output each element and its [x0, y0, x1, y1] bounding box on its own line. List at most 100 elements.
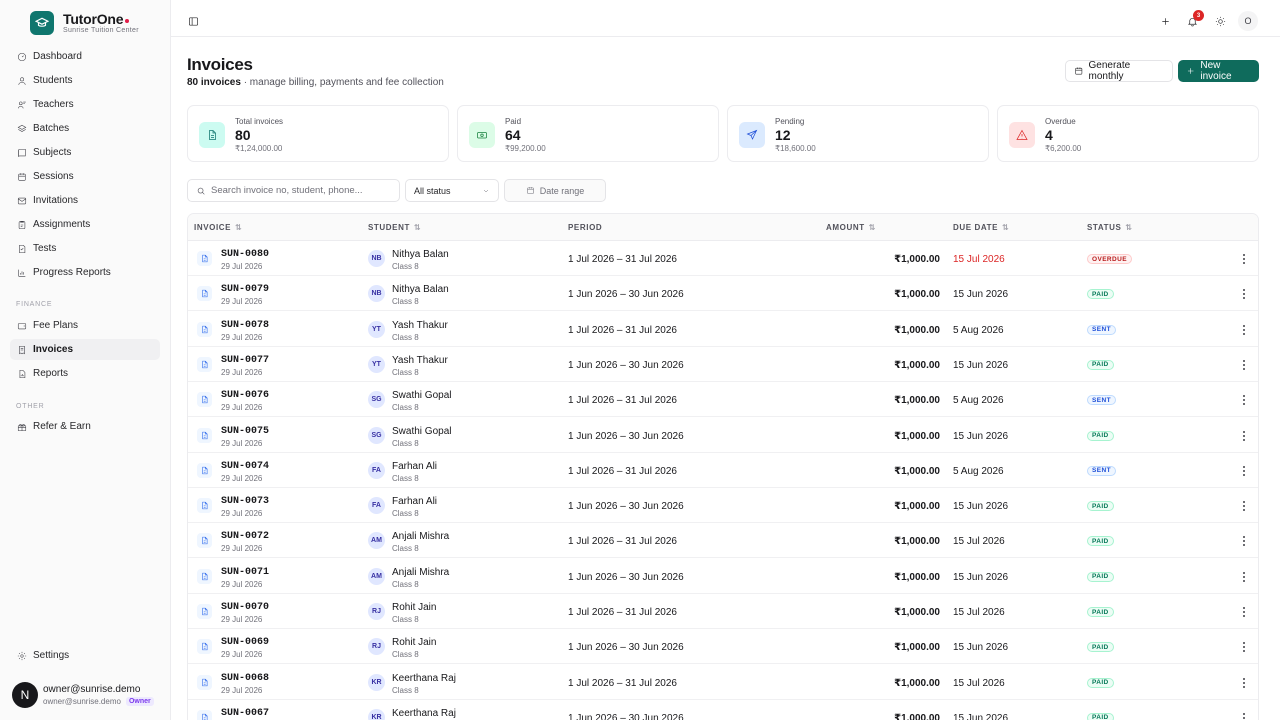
student-name[interactable]: Farhan Ali — [392, 496, 437, 507]
invoice-number[interactable]: SUN-0072 — [221, 531, 269, 542]
status-filter-value: All status — [414, 185, 451, 196]
invoice-number[interactable]: SUN-0070 — [221, 602, 269, 613]
sidebar-item-dashboard[interactable]: Dashboard — [10, 46, 160, 67]
sidebar-toggle-icon[interactable] — [183, 11, 203, 31]
more-actions-icon[interactable] — [1238, 676, 1250, 690]
date-range-button[interactable]: Date range — [504, 179, 606, 202]
sidebar-item-assignments[interactable]: Assignments — [10, 214, 160, 235]
student-name[interactable]: Rohit Jain — [392, 602, 436, 613]
invoice-number[interactable]: SUN-0080 — [221, 249, 269, 260]
sidebar-item-students[interactable]: Students — [10, 70, 160, 91]
invoice-date: 29 Jul 2026 — [221, 650, 263, 660]
more-actions-icon[interactable] — [1238, 323, 1250, 337]
more-actions-icon[interactable] — [1238, 252, 1250, 266]
table-row[interactable]: SUN-0080 29 Jul 2026 NB Nithya Balan Class 8… — [188, 241, 1258, 276]
table-row[interactable]: SUN-0071 29 Jul 2026 AM Anjali Mishra Class … — [188, 559, 1258, 594]
invoice-amount: ₹1,000.00 — [894, 607, 940, 618]
table-row[interactable]: SUN-0069 29 Jul 2026 RJ Rohit Jain Class 8 1 … — [188, 629, 1258, 665]
sidebar-item-refer-earn[interactable]: Refer & Earn — [10, 416, 160, 437]
student-name[interactable]: Keerthana Raj — [392, 673, 456, 684]
student-name[interactable]: Farhan Ali — [392, 461, 437, 472]
brand[interactable]: TutorOne Sunrise Tuition Center — [30, 11, 139, 35]
sidebar-item-progress-reports[interactable]: Progress Reports — [10, 262, 160, 283]
book-icon — [18, 148, 26, 157]
sidebar-item-reports[interactable]: Reports — [10, 363, 160, 384]
column-label: STATUS — [1087, 223, 1122, 232]
table-row[interactable]: SUN-0072 29 Jul 2026 AM Anjali Mishra Class … — [188, 523, 1258, 559]
new-invoice-button[interactable]: New invoice — [1178, 60, 1259, 82]
sidebar-item-subjects[interactable]: Subjects — [10, 142, 160, 163]
invoice-number[interactable]: SUN-0076 — [221, 390, 269, 401]
top-avatar[interactable]: O — [1238, 11, 1258, 31]
status-filter-select[interactable]: All status — [405, 179, 499, 202]
app-root: TutorOne Sunrise Tuition Center Dashboar… — [0, 0, 1280, 720]
sidebar-item-sessions[interactable]: Sessions — [10, 166, 160, 187]
student-name[interactable]: Rohit Jain — [392, 637, 436, 648]
student-name[interactable]: Yash Thakur — [392, 320, 448, 331]
sidebar-item-batches[interactable]: Batches — [10, 118, 160, 139]
sidebar-item-settings[interactable]: Settings — [10, 645, 160, 666]
more-actions-icon[interactable] — [1238, 605, 1250, 619]
invoice-number[interactable]: SUN-0068 — [221, 673, 269, 684]
sidebar-item-invoices[interactable]: Invoices — [10, 339, 160, 360]
invoice-number[interactable]: SUN-0073 — [221, 496, 269, 507]
invoice-amount: ₹1,000.00 — [894, 465, 940, 477]
more-actions-icon[interactable] — [1238, 287, 1250, 301]
invoice-number[interactable]: SUN-0067 — [221, 708, 269, 719]
sidebar-item-teachers[interactable]: Teachers — [10, 94, 160, 115]
invoice-number[interactable]: SUN-0074 — [221, 461, 269, 472]
invoice-date: 29 Jul 2026 — [221, 473, 263, 483]
student-class: Class 8 — [392, 509, 419, 519]
table-row[interactable]: SUN-0068 29 Jul 2026 KR Keerthana Raj Class … — [188, 665, 1258, 700]
more-actions-icon[interactable] — [1238, 711, 1250, 720]
invoice-number[interactable]: SUN-0069 — [221, 637, 269, 648]
invoice-number[interactable]: SUN-0079 — [221, 284, 269, 295]
more-actions-icon[interactable] — [1238, 640, 1250, 654]
column-header-status[interactable]: STATUS ⇅ — [1087, 223, 1132, 232]
column-header-invoice[interactable]: INVOICE ⇅ — [194, 223, 242, 232]
table-row[interactable]: SUN-0078 29 Jul 2026 YT Yash Thakur Class 8 1… — [188, 312, 1258, 347]
student-name[interactable]: Anjali Mishra — [392, 567, 449, 578]
sun-icon[interactable] — [1210, 11, 1230, 31]
table-row[interactable]: SUN-0079 29 Jul 2026 NB Nithya Balan Class 8… — [188, 276, 1258, 312]
table-row[interactable]: SUN-0074 29 Jul 2026 FA Farhan Ali Class 8 1 … — [188, 453, 1258, 488]
student-name[interactable]: Yash Thakur — [392, 355, 448, 366]
invoice-number[interactable]: SUN-0071 — [221, 567, 269, 578]
sidebar-item-fee-plans[interactable]: Fee Plans — [10, 315, 160, 336]
sidebar-item-invitations[interactable]: Invitations — [10, 190, 160, 211]
student-name[interactable]: Anjali Mishra — [392, 531, 449, 542]
generate-monthly-button[interactable]: Generate monthly — [1065, 60, 1173, 82]
plus-icon[interactable] — [1155, 11, 1175, 31]
table-row[interactable]: SUN-0075 29 Jul 2026 SG Swathi Gopal Class 8… — [188, 418, 1258, 453]
column-header-due-date[interactable]: DUE DATE ⇅ — [953, 223, 1009, 232]
invoice-number[interactable]: SUN-0075 — [221, 426, 269, 437]
student-name[interactable]: Nithya Balan — [392, 249, 449, 260]
table-row[interactable]: SUN-0070 29 Jul 2026 RJ Rohit Jain Class 8 1 … — [188, 594, 1258, 629]
table-row[interactable]: SUN-0077 29 Jul 2026 YT Yash Thakur Class 8 1… — [188, 347, 1258, 382]
more-actions-icon[interactable] — [1238, 464, 1250, 478]
more-actions-icon[interactable] — [1238, 358, 1250, 372]
table-row[interactable]: SUN-0076 29 Jul 2026 SG Swathi Gopal Class 8… — [188, 382, 1258, 418]
column-label: PERIOD — [568, 223, 603, 232]
student-name[interactable]: Nithya Balan — [392, 284, 449, 295]
invoice-number[interactable]: SUN-0077 — [221, 355, 269, 366]
column-header-student[interactable]: STUDENT ⇅ — [368, 223, 421, 232]
sidebar-item-tests[interactable]: Tests — [10, 238, 160, 259]
user-menu[interactable]: N owner@sunrise.demo owner@sunrise.demo O… — [12, 682, 154, 708]
student-name[interactable]: Swathi Gopal — [392, 390, 451, 401]
table-row[interactable]: SUN-006729 Jul 2026KRKeerthana RajClass … — [188, 700, 1258, 720]
student-name[interactable]: Swathi Gopal — [392, 426, 451, 437]
billing-period: 1 Jun 2026 – 30 Jun 2026 — [568, 642, 684, 654]
more-actions-icon[interactable] — [1238, 393, 1250, 407]
more-actions-icon[interactable] — [1238, 499, 1250, 513]
column-header-amount[interactable]: AMOUNT ⇅ — [826, 223, 875, 232]
more-actions-icon[interactable] — [1238, 570, 1250, 584]
invoice-number[interactable]: SUN-0078 — [221, 320, 269, 331]
student-avatar: AM — [368, 532, 385, 550]
column-label: AMOUNT — [826, 223, 865, 232]
student-name[interactable]: Keerthana Raj — [392, 708, 456, 719]
more-actions-icon[interactable] — [1238, 429, 1250, 443]
search-input[interactable] — [211, 185, 391, 196]
more-actions-icon[interactable] — [1238, 534, 1250, 548]
table-row[interactable]: SUN-0073 29 Jul 2026 FA Farhan Ali Class 8 1 … — [188, 488, 1258, 524]
